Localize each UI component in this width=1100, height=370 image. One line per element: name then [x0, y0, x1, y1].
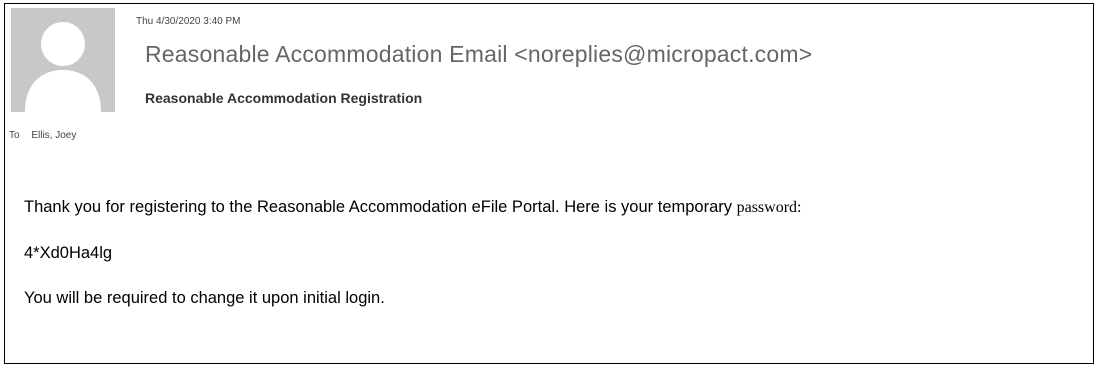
- recipient-name[interactable]: Ellis, Joey: [31, 130, 76, 141]
- default-person-icon: [11, 8, 115, 112]
- email-timestamp: Thu 4/30/2020 3:40 PM: [136, 16, 241, 27]
- to-label: To: [9, 130, 20, 141]
- body-paragraph-instruction: You will be required to change it upon i…: [24, 289, 385, 307]
- password-word: password: [736, 199, 798, 216]
- email-subject: Reasonable Accommodation Registration: [145, 90, 423, 106]
- email-message-frame: Thu 4/30/2020 3:40 PM Reasonable Accommo…: [4, 3, 1094, 364]
- intro-colon: :: [797, 199, 802, 216]
- sender-avatar: [11, 8, 115, 112]
- intro-text: Thank you for registering to the Reasona…: [24, 198, 737, 216]
- body-paragraph-intro: Thank you for registering to the Reasona…: [24, 198, 801, 217]
- recipient-row: To Ellis, Joey: [9, 130, 76, 141]
- email-sender[interactable]: Reasonable Accommodation Email <noreplie…: [145, 41, 812, 68]
- temporary-password: 4*Xd0Ha4lg: [24, 244, 113, 262]
